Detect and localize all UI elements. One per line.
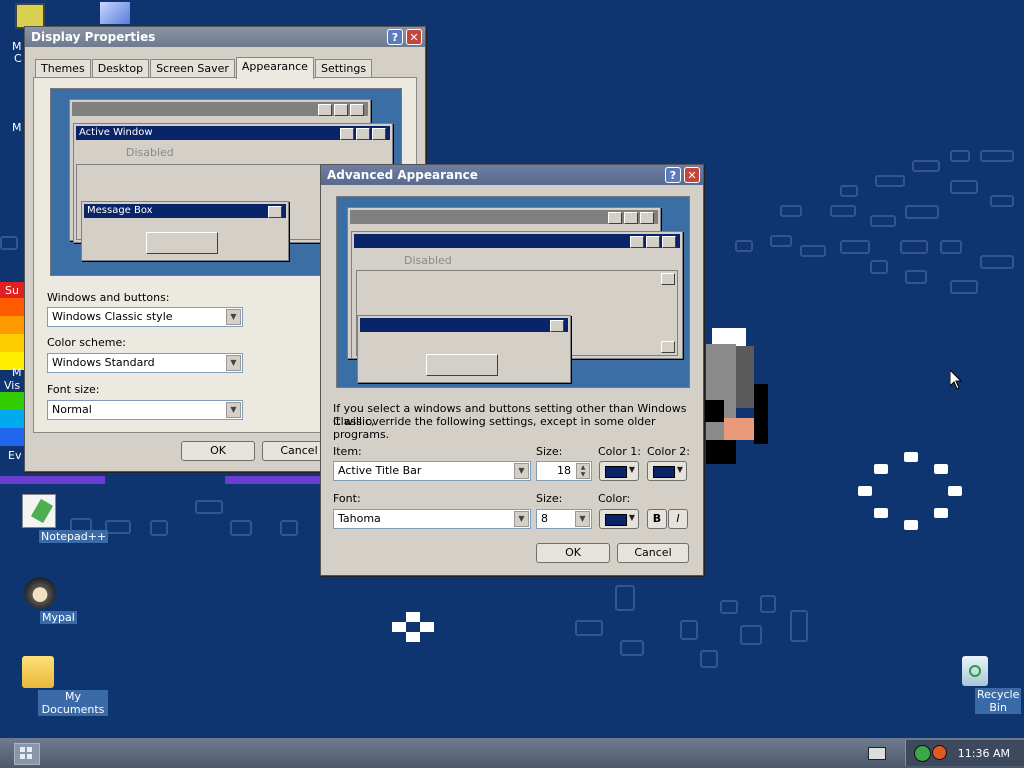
advanced-preview: Disabled	[336, 196, 690, 388]
pixel-character-graphic	[702, 328, 768, 464]
desktop-icon-my-documents[interactable]: My Documents	[3, 656, 108, 716]
mouse-cursor	[949, 368, 963, 393]
help-icon[interactable]: ?	[387, 29, 403, 45]
preview-message-box-title: Message Box	[87, 205, 153, 216]
font-size-label: Font size:	[47, 383, 100, 396]
display-properties-title: Display Properties	[31, 30, 156, 44]
chevron-down-icon: ▼	[676, 465, 683, 474]
tab-appearance[interactable]: Appearance	[235, 57, 314, 79]
adv-preview-message-box	[357, 315, 571, 383]
tab-desktop[interactable]: Desktop	[91, 59, 150, 78]
taskbar-clock[interactable]: 11:36 AM	[958, 747, 1010, 760]
ok-button[interactable]: OK	[181, 441, 255, 461]
desktop-icon-recycle-bin[interactable]: Recycle Bin	[938, 656, 1022, 714]
notepad-icon	[22, 494, 56, 528]
chevron-down-icon[interactable]: ▼	[226, 309, 241, 325]
partial-label-vis: Vis	[4, 379, 21, 392]
font-color-swatch	[605, 514, 627, 526]
font-size-label: Size:	[536, 492, 563, 505]
search-icon[interactable]	[932, 745, 947, 760]
desktop-icon-top-2[interactable]	[95, 2, 135, 26]
taskbar: 11:36 AM	[0, 738, 1024, 768]
partial-label-m3: M	[12, 366, 22, 379]
desktop-icon-notepad[interactable]: Notepad++	[4, 494, 109, 543]
partial-label-c1: C	[14, 52, 22, 65]
system-tray: 11:36 AM	[905, 740, 1024, 766]
computer-icon	[100, 2, 130, 24]
font-label: Font:	[333, 492, 361, 505]
tab-screen-saver[interactable]: Screen Saver	[150, 59, 235, 78]
font-select[interactable]: Tahoma ▼	[333, 509, 531, 529]
tab-themes[interactable]: Themes	[35, 59, 91, 78]
preview-disabled-text: Disabled	[126, 146, 174, 159]
desktop-icon-my-documents-label: My Documents	[38, 690, 108, 716]
color1-swatch	[605, 466, 627, 478]
recycle-bin-icon	[962, 656, 988, 686]
color1-label: Color 1:	[598, 445, 641, 458]
spinner-arrows-icon[interactable]: ▲ ▼	[576, 463, 590, 479]
color1-button[interactable]: ▼	[599, 461, 639, 481]
chevron-down-icon: ▼	[628, 465, 635, 474]
partial-label-m2: M	[12, 121, 22, 134]
desktop-icon-mypal[interactable]: Mypal	[5, 577, 77, 624]
folder-icon	[22, 656, 54, 688]
color2-swatch	[653, 466, 675, 478]
tab-settings[interactable]: Settings	[314, 59, 373, 78]
chevron-down-icon[interactable]: ▼	[575, 511, 590, 527]
desktop-icon-recycle-bin-label: Recycle Bin	[975, 688, 1022, 714]
chevron-down-icon[interactable]: ▼	[226, 402, 241, 418]
preview-message-box: Message Box	[81, 201, 289, 261]
windows-buttons-select[interactable]: Windows Classic style ▼	[47, 307, 243, 327]
item-size-label: Size:	[536, 445, 563, 458]
item-size-spinner[interactable]: 18 ▲ ▼	[536, 461, 592, 481]
display-properties-tabs: Themes Desktop Screen Saver Appearance S…	[35, 57, 373, 79]
display-properties-titlebar[interactable]: Display Properties ? ✕	[25, 27, 425, 47]
partial-label-ev: Ev	[8, 449, 22, 462]
close-icon[interactable]: ✕	[406, 29, 422, 45]
color-scheme-select[interactable]: Windows Standard ▼	[47, 353, 243, 373]
keyboard-icon[interactable]	[868, 747, 886, 760]
advanced-appearance-titlebar[interactable]: Advanced Appearance ? ✕	[321, 165, 703, 185]
help-icon[interactable]: ?	[665, 167, 681, 183]
color2-label: Color 2:	[647, 445, 690, 458]
color2-button[interactable]: ▼	[647, 461, 687, 481]
advanced-appearance-title: Advanced Appearance	[327, 168, 478, 182]
advanced-cancel-button[interactable]: Cancel	[617, 543, 689, 563]
chevron-down-icon[interactable]: ▼	[226, 355, 241, 371]
close-icon[interactable]: ✕	[684, 167, 700, 183]
chevron-down-icon: ▼	[628, 513, 635, 522]
italic-button[interactable]: I	[668, 509, 688, 529]
raccoon-icon	[24, 577, 56, 609]
item-label: Item:	[333, 445, 362, 458]
bold-button[interactable]: B	[647, 509, 667, 529]
font-color-label: Color:	[598, 492, 631, 505]
font-size-select[interactable]: 8 ▼	[536, 509, 592, 529]
windows-logo-icon	[20, 747, 32, 759]
override-notice-line2: it will override the following settings,…	[333, 415, 656, 441]
preview-active-window-title: Active Window	[79, 127, 153, 138]
network-icon[interactable]	[914, 745, 931, 762]
font-size-select[interactable]: Normal ▼	[47, 400, 243, 420]
advanced-ok-button[interactable]: OK	[536, 543, 610, 563]
adv-preview-disabled-text: Disabled	[404, 254, 452, 267]
color-scheme-label: Color scheme:	[47, 336, 126, 349]
font-color-button[interactable]: ▼	[599, 509, 639, 529]
windows-buttons-label: Windows and buttons:	[47, 291, 170, 304]
desktop-icon-notepad-label: Notepad++	[39, 530, 109, 543]
item-select[interactable]: Active Title Bar ▼	[333, 461, 531, 481]
advanced-appearance-dialog: Advanced Appearance ? ✕ Disabled If you …	[320, 164, 704, 576]
chevron-down-icon[interactable]: ▼	[514, 463, 529, 479]
start-button[interactable]	[14, 743, 40, 765]
partial-label-su: Su	[5, 284, 19, 297]
chevron-down-icon[interactable]: ▼	[514, 511, 529, 527]
desktop-icon-mypal-label: Mypal	[40, 611, 77, 624]
